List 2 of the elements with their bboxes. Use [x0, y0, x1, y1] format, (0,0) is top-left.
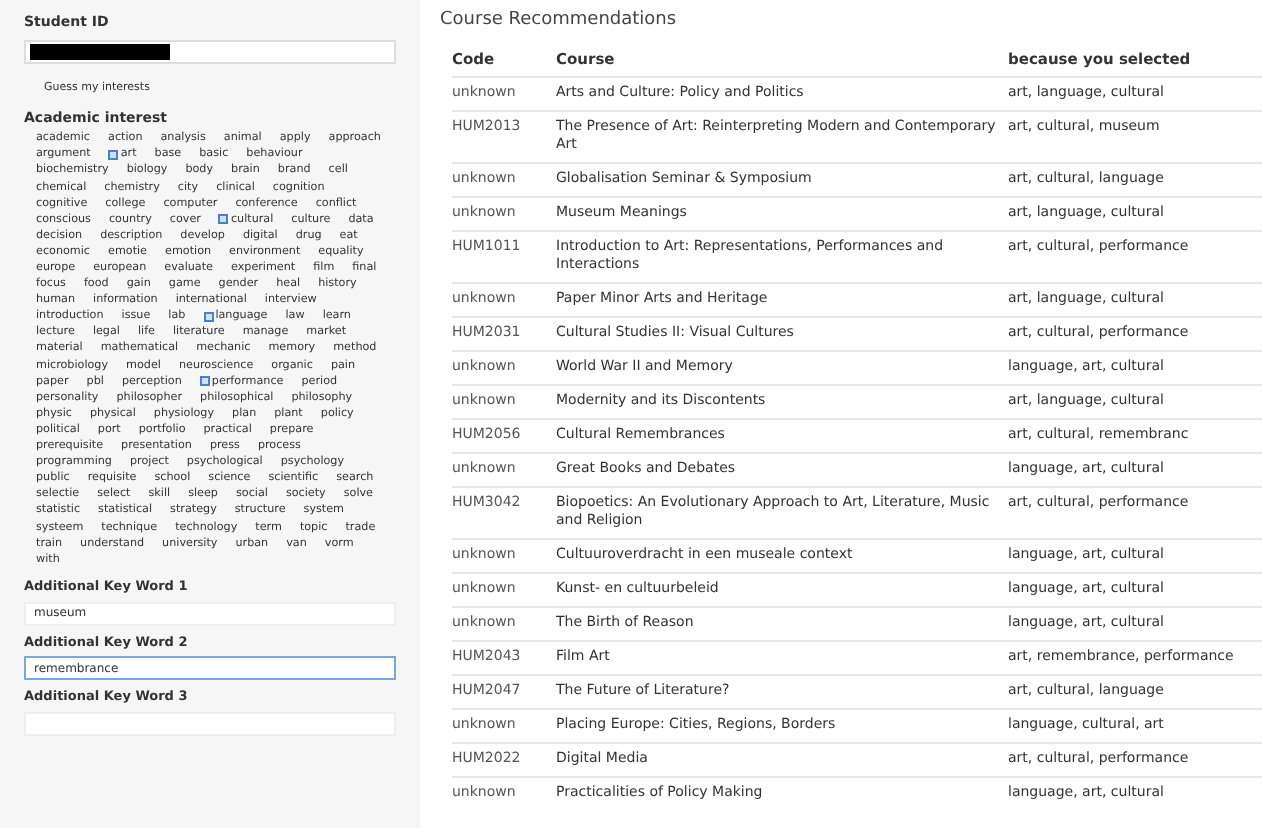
section-title: Course Recommendations: [440, 8, 679, 34]
student-id-field[interactable]: [24, 39, 396, 63]
